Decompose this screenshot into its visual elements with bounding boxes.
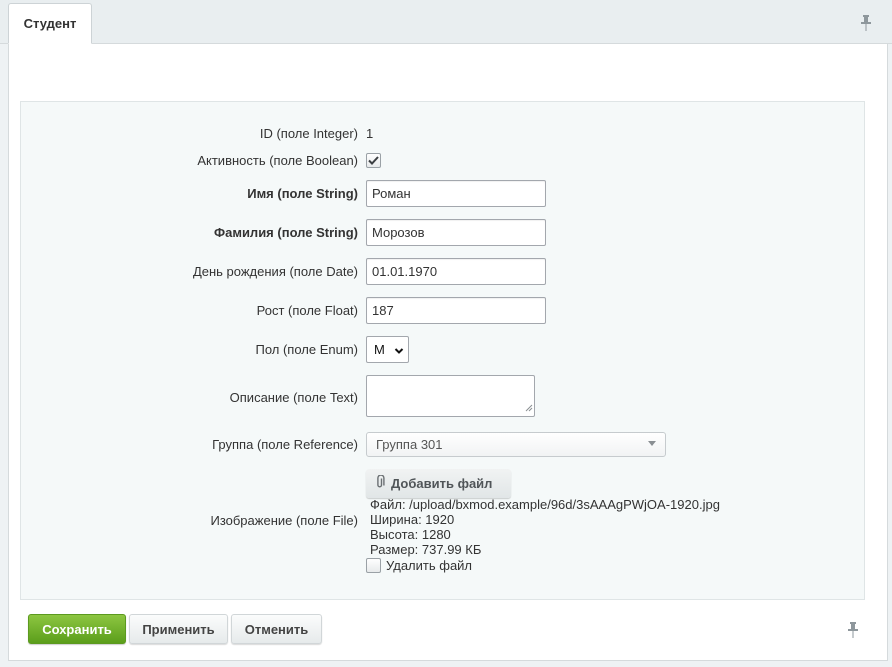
file-path: Файл: /upload/bxmod.example/96d/3sAAAgPW… <box>370 497 720 512</box>
add-file-label: Добавить файл <box>391 476 493 491</box>
height-label: Рост (поле Float) <box>256 303 358 318</box>
birthday-input[interactable]: 01.01.1970 <box>366 258 546 285</box>
name-input[interactable]: Роман <box>366 180 546 207</box>
id-value: 1 <box>366 126 374 141</box>
delete-file-label: Удалить файл <box>386 558 473 573</box>
id-label: ID (поле Integer) <box>259 126 358 141</box>
add-file-button[interactable]: Добавить файл <box>366 469 511 498</box>
gender-label: Пол (поле Enum) <box>255 342 358 357</box>
resize-grip-icon[interactable] <box>525 400 533 415</box>
file-size: Размер: 737.99 КБ <box>370 542 482 557</box>
tab-bar: Студент <box>0 0 892 44</box>
surname-input[interactable]: Морозов <box>366 219 546 246</box>
chevron-down-icon <box>394 344 404 359</box>
height-input[interactable]: 187 <box>366 297 546 324</box>
pin-icon[interactable] <box>860 15 872 34</box>
name-label: Имя (поле String) <box>247 186 358 201</box>
checkmark-icon <box>368 156 379 165</box>
apply-button[interactable]: Применить <box>129 614 228 644</box>
delete-file-checkbox[interactable] <box>366 558 381 573</box>
group-label: Группа (поле Reference) <box>212 437 358 452</box>
cancel-button[interactable]: Отменить <box>231 614 322 644</box>
file-width: Ширина: 1920 <box>370 512 455 527</box>
group-value: Группа 301 <box>376 437 443 452</box>
file-height: Высота: 1280 <box>370 527 451 542</box>
paperclip-icon <box>375 474 385 492</box>
pin-icon[interactable] <box>847 622 859 641</box>
dropdown-arrow-icon <box>648 441 656 446</box>
gender-value: М <box>374 342 385 357</box>
tab-student[interactable]: Студент <box>8 3 92 44</box>
group-select[interactable]: Группа 301 <box>366 432 666 457</box>
description-label: Описание (поле Text) <box>229 390 358 405</box>
surname-label: Фамилия (поле String) <box>214 225 358 240</box>
active-checkbox[interactable] <box>366 153 381 168</box>
birthday-label: День рождения (поле Date) <box>192 264 358 279</box>
description-textarea[interactable] <box>366 375 535 417</box>
file-info: Файл: /upload/bxmod.example/96d/3sAAAgPW… <box>370 497 720 557</box>
image-label: Изображение (поле File) <box>210 513 358 528</box>
active-label: Активность (поле Boolean) <box>197 153 358 168</box>
delete-file-row[interactable]: Удалить файл <box>366 558 472 573</box>
save-button[interactable]: Сохранить <box>28 614 126 644</box>
gender-select[interactable]: М <box>366 336 409 363</box>
